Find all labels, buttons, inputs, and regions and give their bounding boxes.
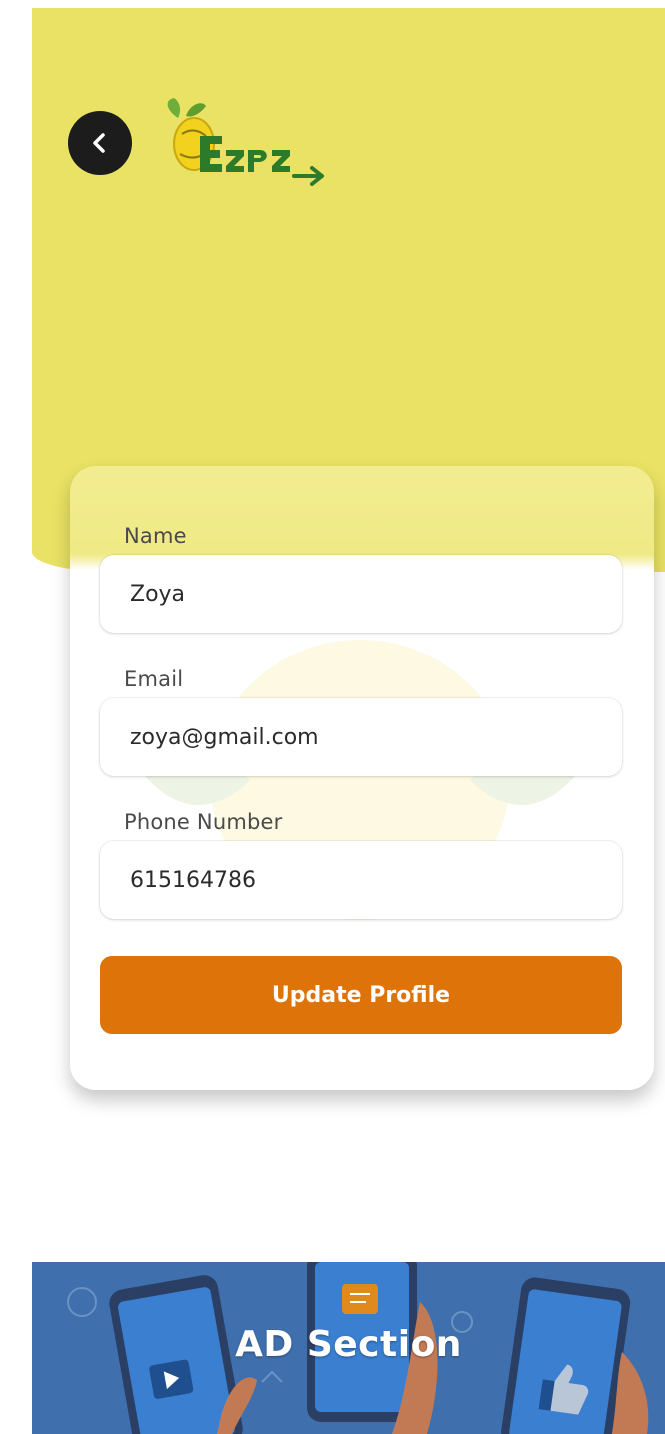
ad-section-title: AD Section	[235, 1324, 462, 1365]
back-button[interactable]	[68, 111, 132, 175]
name-label: Name	[124, 524, 187, 548]
chevron-left-icon	[93, 133, 105, 153]
update-profile-button[interactable]: Update Profile	[100, 956, 622, 1034]
name-input[interactable]: Zoya	[100, 555, 622, 633]
ad-banner[interactable]: AD Section	[32, 1262, 665, 1434]
phone-input[interactable]: 615164786	[100, 841, 622, 919]
ezpz-logo	[167, 98, 324, 186]
phone-label: Phone Number	[124, 810, 283, 834]
email-label: Email	[124, 667, 184, 691]
email-input[interactable]: zoya@gmail.com	[100, 698, 622, 776]
